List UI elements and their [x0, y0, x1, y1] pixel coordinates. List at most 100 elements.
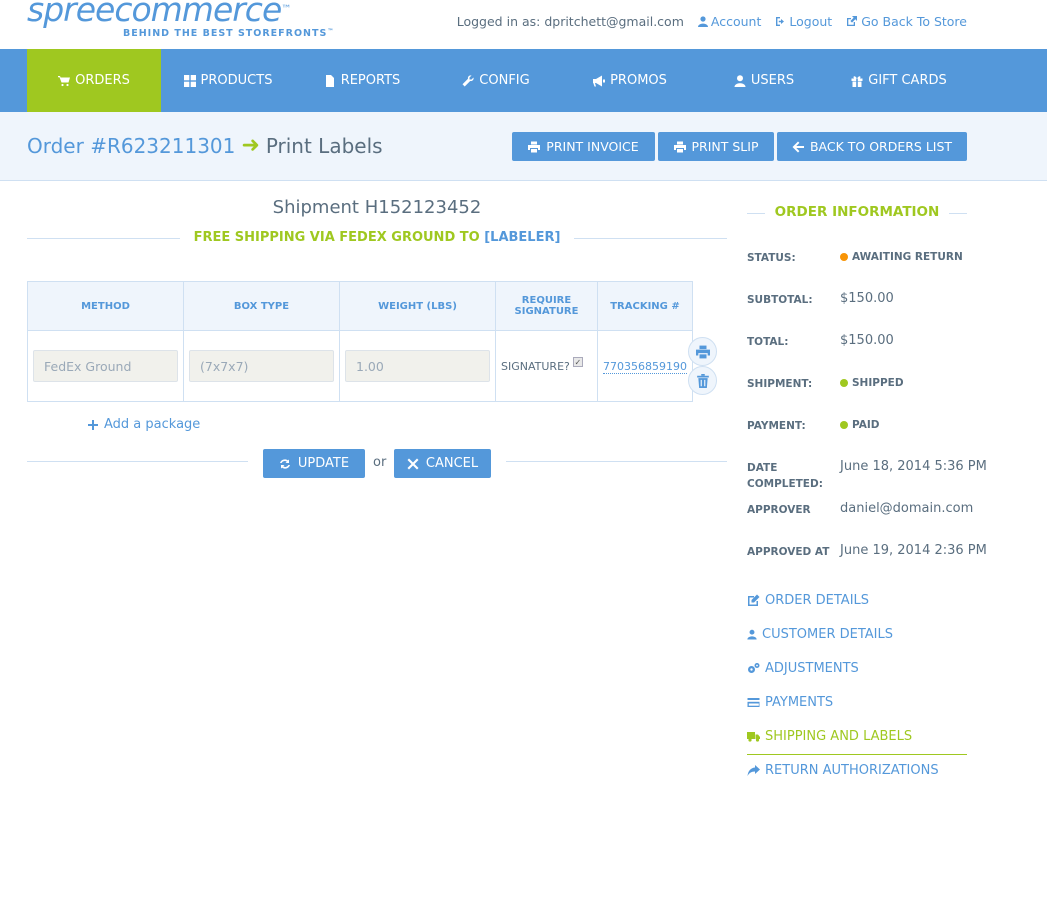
shipment-table: METHOD BOX TYPE WEIGHT (LBS) REQUIRE SIG… [27, 281, 693, 402]
logout-link[interactable]: Logout [775, 14, 832, 29]
signature-checkbox[interactable]: ✓ [572, 357, 583, 367]
print-icon [673, 141, 686, 152]
tracking-number-link[interactable]: 770356859190 [603, 359, 687, 374]
bullhorn-icon [593, 75, 606, 86]
add-package-label: Add a package [104, 417, 201, 432]
nav-gift-cards[interactable]: GIFT CARDS [831, 49, 967, 112]
grid-icon [183, 74, 196, 87]
column-header-method: METHOD [27, 281, 184, 331]
sign-out-icon [776, 17, 785, 26]
date-completed-label: DATE COMPLETED: [747, 462, 823, 490]
adjustments-label: ADJUSTMENTS [765, 661, 859, 676]
status-dot [840, 253, 848, 261]
cogs-icon [748, 663, 760, 673]
header: spreecommerce™ BEHIND THE BEST STOREFRON… [0, 0, 1047, 49]
credit-card-icon [747, 698, 760, 707]
spree-logo[interactable]: spreecommerce™ BEHIND THE BEST STOREFRON… [27, 0, 333, 39]
total-value: $150.00 [840, 333, 894, 348]
shipment-state-badge: SHIPPED [840, 377, 904, 389]
order-information-heading: ORDER INFORMATION [747, 204, 967, 220]
sidebar-link-shipping-and-labels[interactable]: SHIPPING AND LABELS [747, 729, 912, 744]
active-link-underline [747, 754, 967, 755]
nav-gift-cards-label: GIFT CARDS [868, 73, 947, 88]
add-package-link[interactable]: Add a package [88, 417, 200, 432]
nav-reports[interactable]: REPORTS [295, 49, 429, 112]
trash-icon [696, 373, 709, 388]
nav-promos[interactable]: PROMOS [563, 49, 697, 112]
print-invoice-button[interactable]: PRINT INVOICE [512, 132, 655, 161]
delete-package-button[interactable] [688, 366, 717, 395]
shipment-label: SHIPMENT: [747, 378, 813, 390]
or-text: or [373, 455, 387, 470]
external-link-icon [847, 16, 858, 26]
subtotal-value: $150.00 [840, 291, 894, 306]
nav-users[interactable]: USERS [697, 49, 831, 112]
gift-icon [851, 75, 863, 87]
method-cell: FedEx Ground [27, 330, 184, 402]
approved-at-label: APPROVED AT [747, 546, 830, 558]
update-button[interactable]: UPDATE [263, 449, 365, 478]
user-icon [697, 16, 708, 27]
table-header-row: METHOD BOX TYPE WEIGHT (LBS) REQUIRE SIG… [27, 281, 693, 331]
status-value: AWAITING RETURN [852, 251, 963, 263]
nav-products[interactable]: PRODUCTS [161, 49, 295, 112]
approved-at-value: June 19, 2014 2:36 PM [840, 543, 987, 558]
column-header-tracking: TRACKING # [597, 281, 693, 331]
account-link[interactable]: Account [697, 14, 761, 29]
back-to-store-link[interactable]: Go Back To Store [846, 14, 967, 29]
wrench-icon [462, 74, 474, 86]
logo-trademark: ™ [281, 4, 292, 15]
logo-tagline: BEHIND THE BEST STOREFRONTS [123, 28, 328, 39]
sidebar-link-payments[interactable]: PAYMENTS [747, 695, 833, 710]
total-label: TOTAL: [747, 336, 789, 348]
back-to-orders-button[interactable]: BACK TO ORDERS LIST [777, 132, 967, 161]
date-completed-value: June 18, 2014 5:36 PM [840, 459, 987, 474]
subtotal-label: SUBTOTAL: [747, 294, 813, 306]
update-label: UPDATE [297, 456, 350, 471]
signature-cell: SIGNATURE? ✓ [495, 330, 598, 402]
tracking-cell: 770356859190 [597, 330, 693, 402]
tagline-trademark: ™ [327, 28, 335, 35]
sidebar-link-order-details[interactable]: ORDER DETAILS [747, 593, 869, 608]
weight-field[interactable]: 1.00 [345, 350, 490, 382]
payment-state-badge: PAID [840, 419, 879, 431]
status-label: STATUS: [747, 252, 796, 264]
page-title: Order #R623211301 ➜ Print Labels [27, 133, 383, 158]
method-field[interactable]: FedEx Ground [33, 350, 178, 382]
share-icon [747, 765, 760, 776]
cancel-label: CANCEL [425, 456, 479, 471]
status-badge: AWAITING RETURN [840, 251, 963, 263]
payment-value: PAID [852, 419, 880, 431]
customer-details-label: CUSTOMER DETAILS [762, 627, 893, 642]
logout-label: Logout [789, 14, 833, 29]
sidebar-link-return-authorizations[interactable]: RETURN AUTHORIZATIONS [747, 763, 939, 778]
nav-reports-label: REPORTS [340, 73, 401, 88]
approver-value: daniel@domain.com [840, 501, 974, 516]
print-icon [695, 345, 710, 358]
box-type-field[interactable]: (7x7x7) [189, 350, 334, 382]
nav-orders[interactable]: ORDERS [27, 49, 161, 118]
arrow-right-icon: ➜ [241, 133, 260, 158]
logged-in-text: Logged in as: dpritchett@gmail.com [456, 14, 684, 29]
labeler-link[interactable]: [LABELER] [484, 230, 560, 245]
shipment-value: SHIPPED [852, 377, 904, 389]
print-icon [528, 141, 541, 152]
print-slip-button[interactable]: PRINT SLIP [658, 132, 774, 161]
cart-icon [58, 75, 71, 86]
payment-dot [840, 421, 848, 429]
sidebar-link-customer-details[interactable]: CUSTOMER DETAILS [747, 627, 893, 642]
edit-icon [748, 594, 760, 606]
nav-config-label: CONFIG [479, 73, 530, 88]
action-divider-right [506, 461, 727, 462]
refresh-icon [279, 458, 290, 469]
cancel-button[interactable]: CANCEL [394, 449, 491, 478]
order-number-link[interactable]: Order #R623211301 [27, 134, 235, 158]
user-icon [734, 74, 746, 87]
nav-config[interactable]: CONFIG [429, 49, 563, 112]
action-divider-left [27, 461, 248, 462]
arrow-left-icon [792, 141, 804, 152]
print-label-button[interactable] [688, 337, 717, 366]
sidebar-link-adjustments[interactable]: ADJUSTMENTS [747, 661, 859, 676]
payment-label: PAYMENT: [747, 420, 806, 432]
shipping-and-labels-label: SHIPPING AND LABELS [765, 729, 913, 744]
